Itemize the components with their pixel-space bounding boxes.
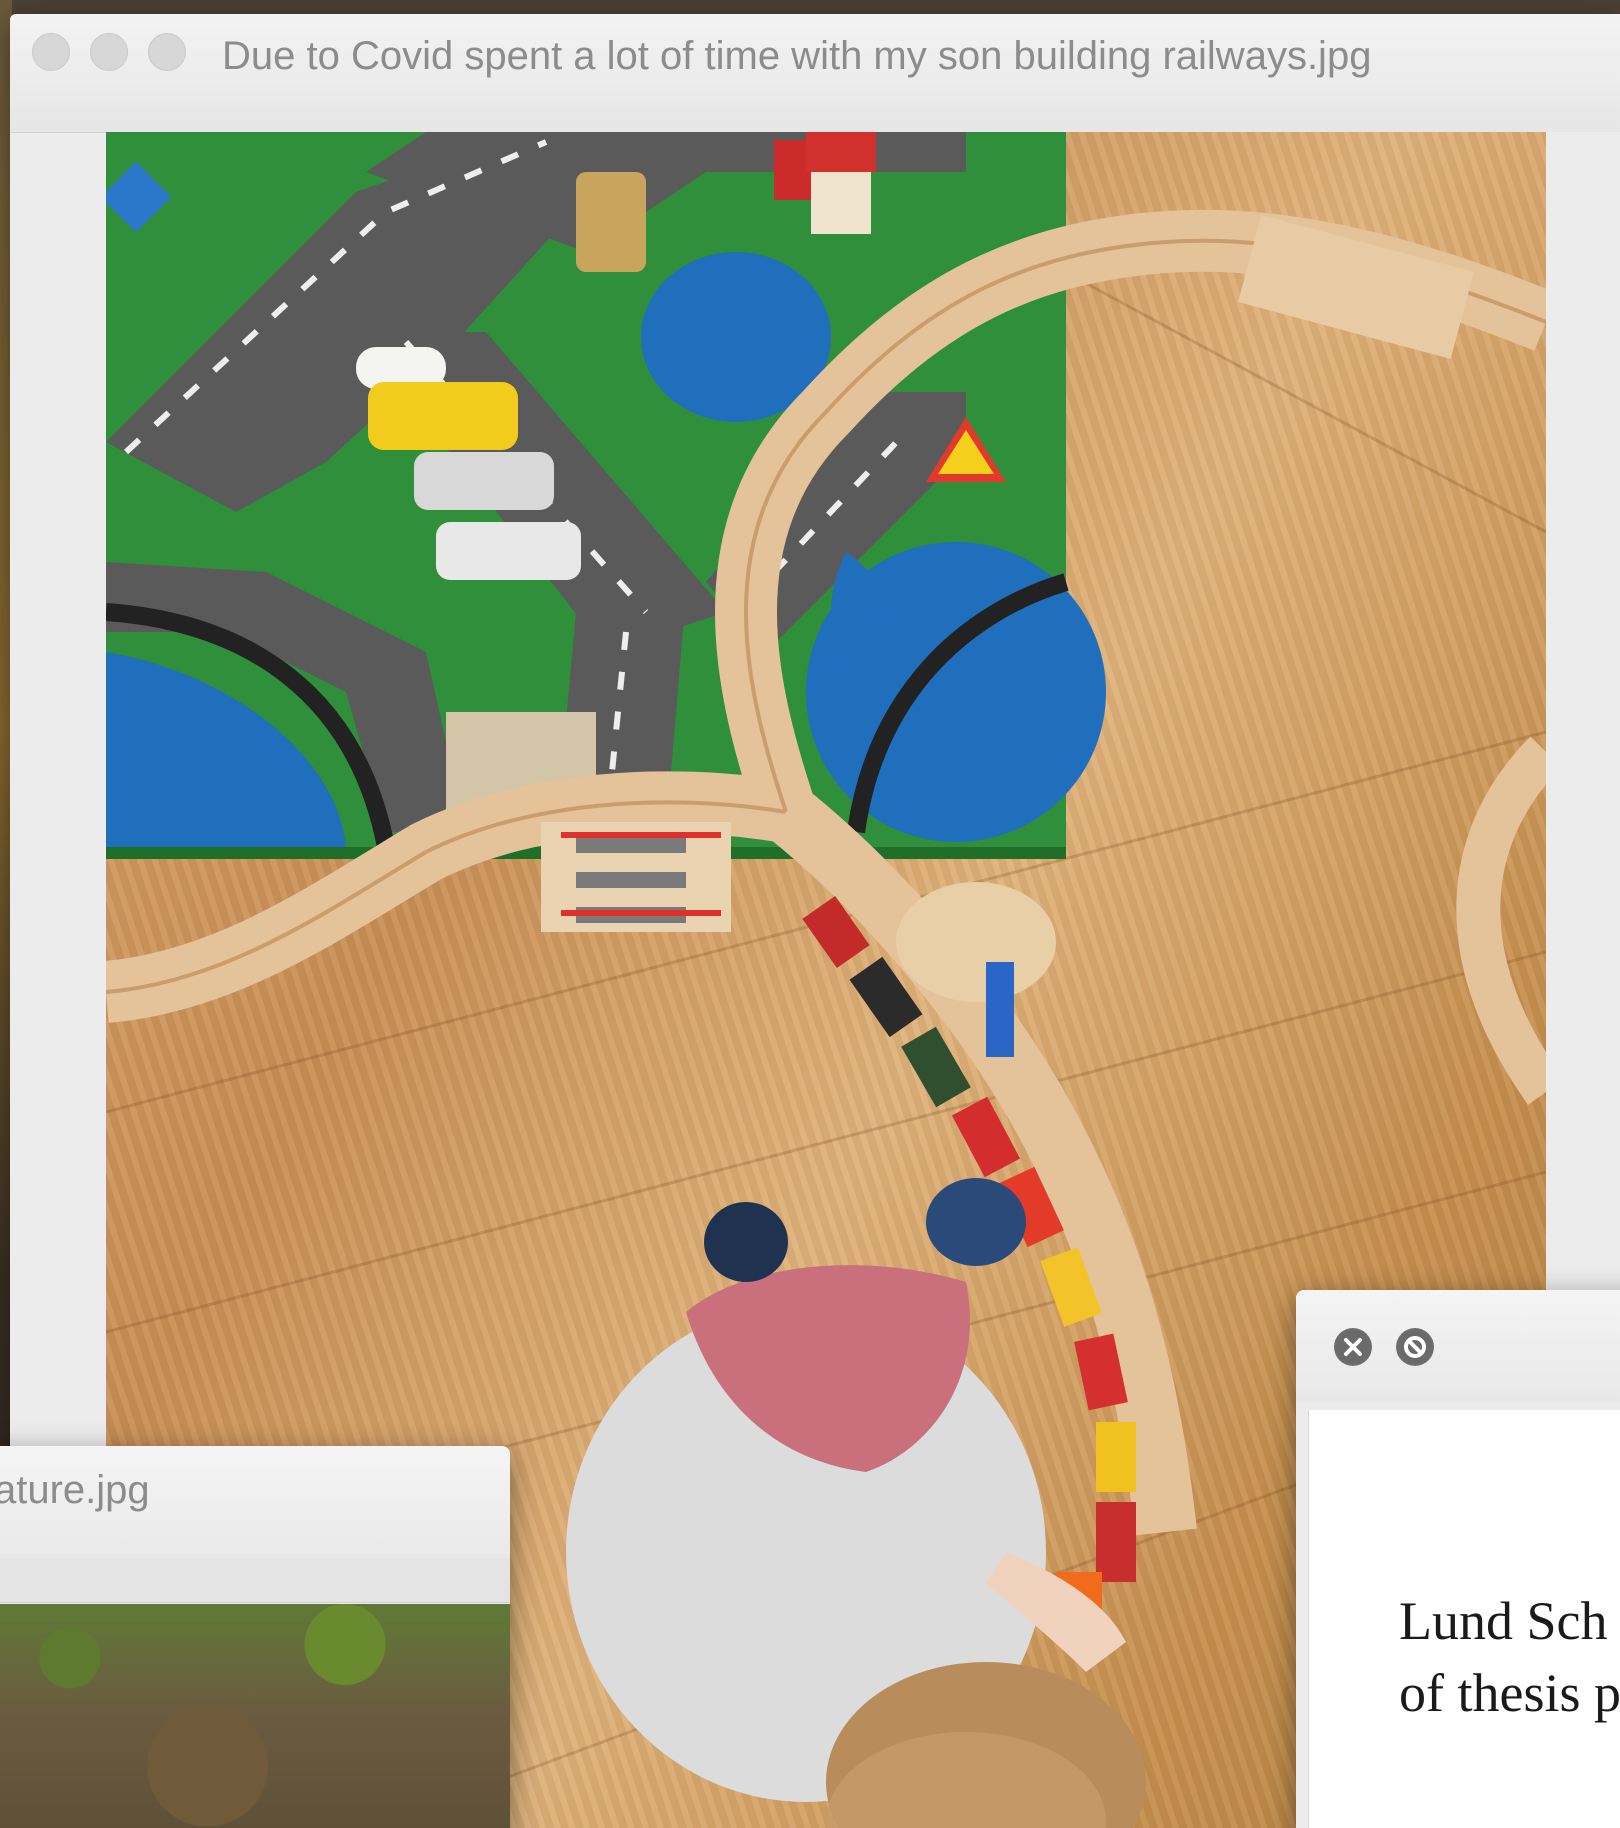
pdf-text-line-1: Lund Sch (1399, 1591, 1608, 1651)
window-title: Due to Covid spent a lot of time with my… (222, 34, 1372, 78)
minimize-window-button[interactable] (90, 33, 128, 71)
close-circle-icon[interactable] (1334, 1328, 1372, 1366)
window-titlebar[interactable]: ature.jpg (0, 1446, 510, 1560)
nature-photo (0, 1604, 510, 1828)
close-glyph (1336, 1330, 1370, 1364)
window-toolbar (0, 1558, 510, 1603)
block-circle-icon[interactable] (1396, 1328, 1434, 1366)
pdf-page: Lund Sch of thesis p (1308, 1410, 1620, 1828)
block-glyph (1398, 1330, 1432, 1364)
window-title: ature.jpg (0, 1468, 150, 1512)
window-titlebar[interactable]: Due to Covid spent a lot of time with my… (10, 14, 1620, 133)
window-side-margin (1546, 132, 1620, 1302)
window-titlebar[interactable] (1296, 1290, 1620, 1402)
pdf-text-line-2: of thesis p (1399, 1663, 1620, 1723)
pdf-viewer-window[interactable]: Lund Sch of thesis p (1296, 1290, 1620, 1828)
zoom-window-button[interactable] (148, 33, 186, 71)
close-window-button[interactable] (32, 33, 70, 71)
nature-image-window[interactable]: ature.jpg (0, 1446, 510, 1828)
desktop: Due to Covid spent a lot of time with my… (0, 0, 1620, 1828)
